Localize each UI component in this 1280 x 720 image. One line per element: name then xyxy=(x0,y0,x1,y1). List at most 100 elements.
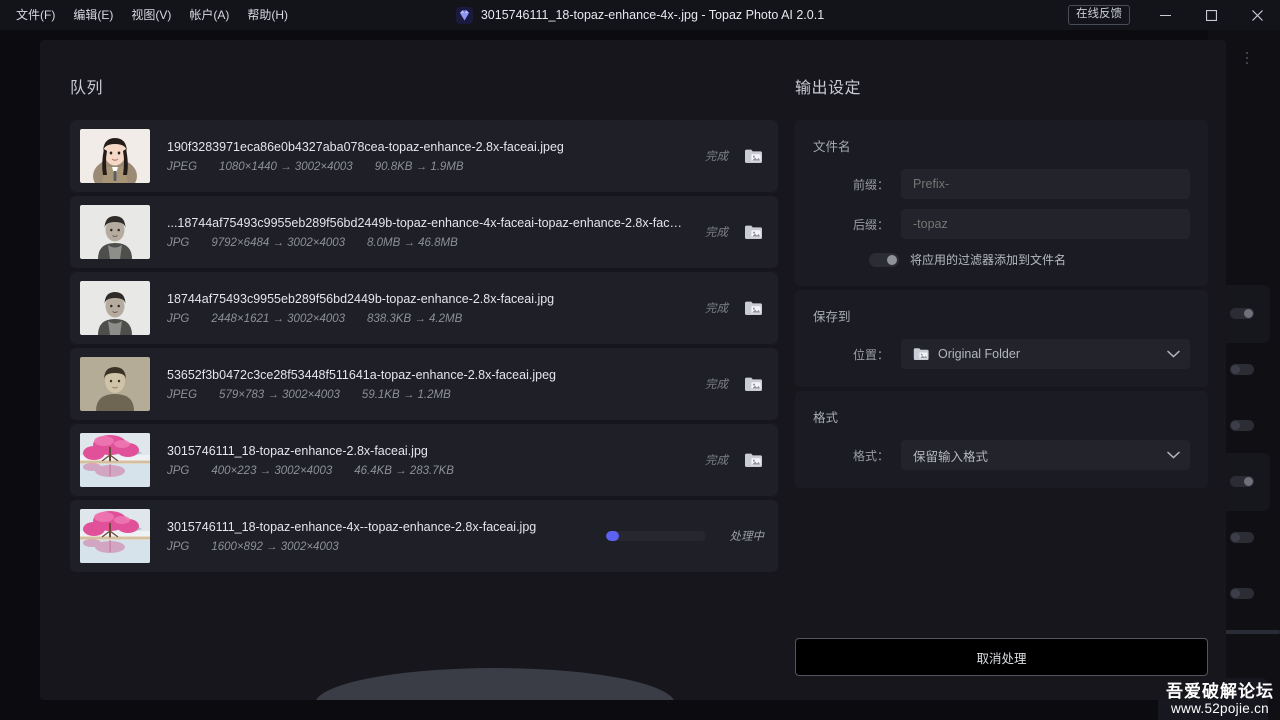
background-toggle-4 xyxy=(1230,476,1254,487)
suffix-label: 后缀： xyxy=(852,217,889,232)
chevron-down-icon[interactable] xyxy=(1167,451,1180,459)
topaz-diamond-icon xyxy=(455,6,473,24)
prefix-row: 前缀： xyxy=(813,169,1190,199)
format-row: 格式： 保留输入格式 xyxy=(813,440,1190,470)
menu-help[interactable]: 帮助(H) xyxy=(239,5,296,25)
queue-item-text: ...18744af75493c9955eb289f56bd2449b-topa… xyxy=(167,216,684,249)
queue-item-format: JPEG xyxy=(167,388,198,401)
window-controls: 在线反馈 xyxy=(1068,0,1280,30)
close-icon[interactable] xyxy=(1234,0,1280,30)
background-pill xyxy=(1222,630,1280,634)
queue-item-filesize: 8.0MB → 46.8MB xyxy=(367,236,458,249)
open-folder-image-icon[interactable] xyxy=(742,449,764,471)
queue-item-actions: 完成 xyxy=(696,297,764,319)
queue-item[interactable]: 3015746111_18-topaz-enhance-4x--topaz-en… xyxy=(70,500,778,572)
queue-item-dimensions: 1600×892 → 3002×4003 xyxy=(211,540,339,553)
queue-item-format: JPG xyxy=(167,236,190,249)
prefix-input[interactable] xyxy=(901,169,1190,199)
prefix-label: 前缀： xyxy=(852,177,889,192)
queue-title: 队列 xyxy=(70,80,104,97)
queue-item-format: JPG xyxy=(167,464,190,477)
queue-item-filename: ...18744af75493c9955eb289f56bd2449b-topa… xyxy=(167,215,684,230)
queue-item[interactable]: ...18744af75493c9955eb289f56bd2449b-topa… xyxy=(70,196,778,268)
queue-item-filename: 53652f3b0472c3ce28f53448f511641a-topaz-e… xyxy=(167,367,556,382)
menu-account[interactable]: 帐户(A) xyxy=(181,5,237,25)
format-value: 保留输入格式 xyxy=(913,449,989,464)
format-card-title: 格式 xyxy=(813,411,839,425)
menu-view[interactable]: 视图(V) xyxy=(123,5,179,25)
location-select[interactable]: Original Folder xyxy=(901,339,1190,369)
open-folder-image-icon[interactable] xyxy=(742,297,764,319)
queue-item-filename: 190f3283971eca86e0b4327aba078cea-topaz-e… xyxy=(167,139,564,154)
format-card: 格式 格式： 保留输入格式 xyxy=(795,391,1208,488)
queue-item-dimensions: 9792×6484 → 3002×4003 xyxy=(211,236,346,249)
minimize-icon[interactable] xyxy=(1142,0,1188,30)
add-filters-to-filename-row[interactable]: 将应用的过滤器添加到文件名 xyxy=(813,251,1190,268)
menu-edit[interactable]: 编辑(E) xyxy=(65,5,121,25)
queue-item-meta: JPG 400×223 → 3002×4003 46.4KB → 283.7KB xyxy=(167,465,684,477)
maximize-icon[interactable] xyxy=(1188,0,1234,30)
format-select[interactable]: 保留输入格式 xyxy=(901,440,1190,470)
filename-card: 文件名 前缀： 后缀： 将应用的过滤器添加到文件名 xyxy=(795,120,1208,286)
thumbnail-portrait-bw xyxy=(80,281,150,335)
queue-item-format: JPG xyxy=(167,312,190,325)
output-settings-panel: 输出设定 文件名 前缀： 后缀： 将应用的过滤器添加到文件名 xyxy=(795,40,1226,700)
progress-bar-fill xyxy=(606,531,619,541)
menu-file[interactable]: 文件(F) xyxy=(8,5,63,25)
online-feedback-button[interactable]: 在线反馈 xyxy=(1068,5,1130,25)
queue-item-filesize: 838.3KB → 4.2MB xyxy=(367,312,463,325)
queue-item-filesize: 90.8KB → 1.9MB xyxy=(374,160,464,173)
queue-item-dimensions: 1080×1440 → 3002×4003 xyxy=(219,160,353,173)
export-dialog: 队列 190f3283971eca86e0b4327aba078cea-topa… xyxy=(40,40,1226,700)
add-filters-to-filename-label: 将应用的过滤器添加到文件名 xyxy=(910,253,1067,267)
queue-item-status: 完成 xyxy=(705,227,728,239)
queue-item-meta: JPEG 579×783 → 3002×4003 59.1KB → 1.2MB xyxy=(167,389,684,401)
thumbnail-sakura xyxy=(80,509,150,563)
queue-item-text: 3015746111_18-topaz-enhance-2.8x-faceai.… xyxy=(167,444,684,477)
folder-image-icon xyxy=(913,347,930,361)
open-folder-image-icon[interactable] xyxy=(742,373,764,395)
open-folder-image-icon[interactable] xyxy=(742,221,764,243)
queue-item[interactable]: 53652f3b0472c3ce28f53448f511641a-topaz-e… xyxy=(70,348,778,420)
queue-item-meta: JPG 1600×892 → 3002×4003 xyxy=(167,541,594,553)
queue-item-meta: JPEG 1080×1440 → 3002×4003 90.8KB → 1.9M… xyxy=(167,161,684,173)
queue-item-meta: JPG 2448×1621 → 3002×4003 838.3KB → 4.2M… xyxy=(167,313,684,325)
queue-item-dimensions: 2448×1621 → 3002×4003 xyxy=(211,312,346,325)
queue-item[interactable]: 18744af75493c9955eb289f56bd2449b-topaz-e… xyxy=(70,272,778,344)
queue-item-actions: 处理中 xyxy=(606,528,764,544)
queue-item-filesize: 46.4KB → 283.7KB xyxy=(354,464,454,477)
background-toggle-5 xyxy=(1230,532,1254,543)
thumbnail-portrait-color xyxy=(80,129,150,183)
queue-item-dimensions: 400×223 → 3002×4003 xyxy=(211,464,333,477)
queue-item-meta: JPG 9792×6484 → 3002×4003 8.0MB → 46.8MB xyxy=(167,237,684,249)
queue-item-text: 190f3283971eca86e0b4327aba078cea-topaz-e… xyxy=(167,140,684,173)
suffix-input[interactable] xyxy=(901,209,1190,239)
queue-item[interactable]: 190f3283971eca86e0b4327aba078cea-topaz-e… xyxy=(70,120,778,192)
queue-item-actions: 完成 xyxy=(696,449,764,471)
queue-item-text: 53652f3b0472c3ce28f53448f511641a-topaz-e… xyxy=(167,368,684,401)
filename-card-title: 文件名 xyxy=(813,140,851,154)
queue-item-status: 完成 xyxy=(705,455,728,467)
queue-item-status: 处理中 xyxy=(729,531,765,543)
queue-item-filename: 3015746111_18-topaz-enhance-2.8x-faceai.… xyxy=(167,443,428,458)
queue-item-actions: 完成 xyxy=(696,145,764,167)
queue-item-actions: 完成 xyxy=(696,373,764,395)
queue-item-format: JPG xyxy=(167,540,190,553)
save-to-card-title: 保存到 xyxy=(813,310,851,324)
queue-item-status: 完成 xyxy=(705,151,728,163)
chevron-down-icon[interactable] xyxy=(1167,350,1180,358)
background-toggle-2 xyxy=(1230,364,1254,375)
queue-panel: 队列 190f3283971eca86e0b4327aba078cea-topa… xyxy=(40,40,795,700)
add-filters-to-filename-toggle[interactable] xyxy=(869,252,899,267)
queue-item[interactable]: 3015746111_18-topaz-enhance-2.8x-faceai.… xyxy=(70,424,778,496)
suffix-row: 后缀： xyxy=(813,209,1190,239)
queue-item-status: 完成 xyxy=(705,379,728,391)
cancel-processing-button[interactable]: 取消处理 xyxy=(795,638,1208,676)
location-label: 位置： xyxy=(852,347,889,362)
queue-item-text: 18744af75493c9955eb289f56bd2449b-topaz-e… xyxy=(167,292,684,325)
location-value: Original Folder xyxy=(938,347,1020,361)
open-folder-image-icon[interactable] xyxy=(742,145,764,167)
queue-item-status: 完成 xyxy=(705,303,728,315)
format-label: 格式： xyxy=(852,448,889,463)
background-toggle-3 xyxy=(1230,420,1254,431)
